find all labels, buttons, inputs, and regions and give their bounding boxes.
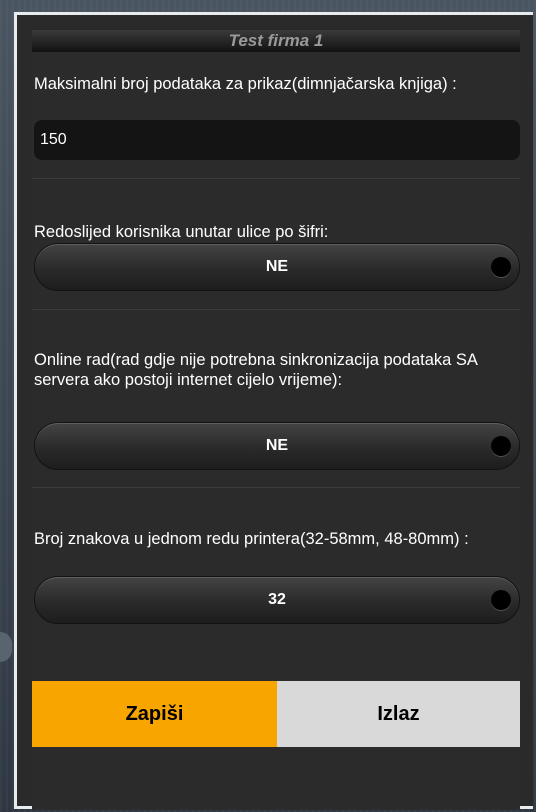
order-by-code-select[interactable]: NE	[34, 243, 520, 291]
divider	[32, 309, 520, 310]
page-title: Test firma 1	[32, 30, 520, 52]
divider	[32, 487, 520, 488]
printer-chars-select[interactable]: 32	[34, 576, 520, 624]
order-by-code-label: Redoslijed korisnika unutar ulice po šif…	[34, 223, 329, 241]
max-records-input[interactable]: 150	[34, 120, 520, 160]
radio-dot-icon	[491, 257, 511, 277]
exit-button[interactable]: Izlaz	[277, 681, 520, 747]
online-mode-label: Online rad(rad gdje nije potrebna sinkro…	[34, 351, 478, 389]
save-button[interactable]: Zapiši	[32, 681, 277, 747]
radio-dot-icon	[491, 436, 511, 456]
online-mode-value: NE	[265, 437, 289, 454]
printer-chars-value: 32	[268, 591, 286, 608]
online-mode-select[interactable]: NE	[34, 422, 520, 470]
divider	[32, 178, 520, 179]
max-records-label: Maksimalni broj podataka za prikaz(dimnj…	[34, 75, 457, 93]
radio-dot-icon	[491, 590, 511, 610]
order-by-code-value: NE	[265, 258, 289, 275]
printer-chars-label: Broj znakova u jednom redu printera(32-5…	[34, 530, 469, 548]
